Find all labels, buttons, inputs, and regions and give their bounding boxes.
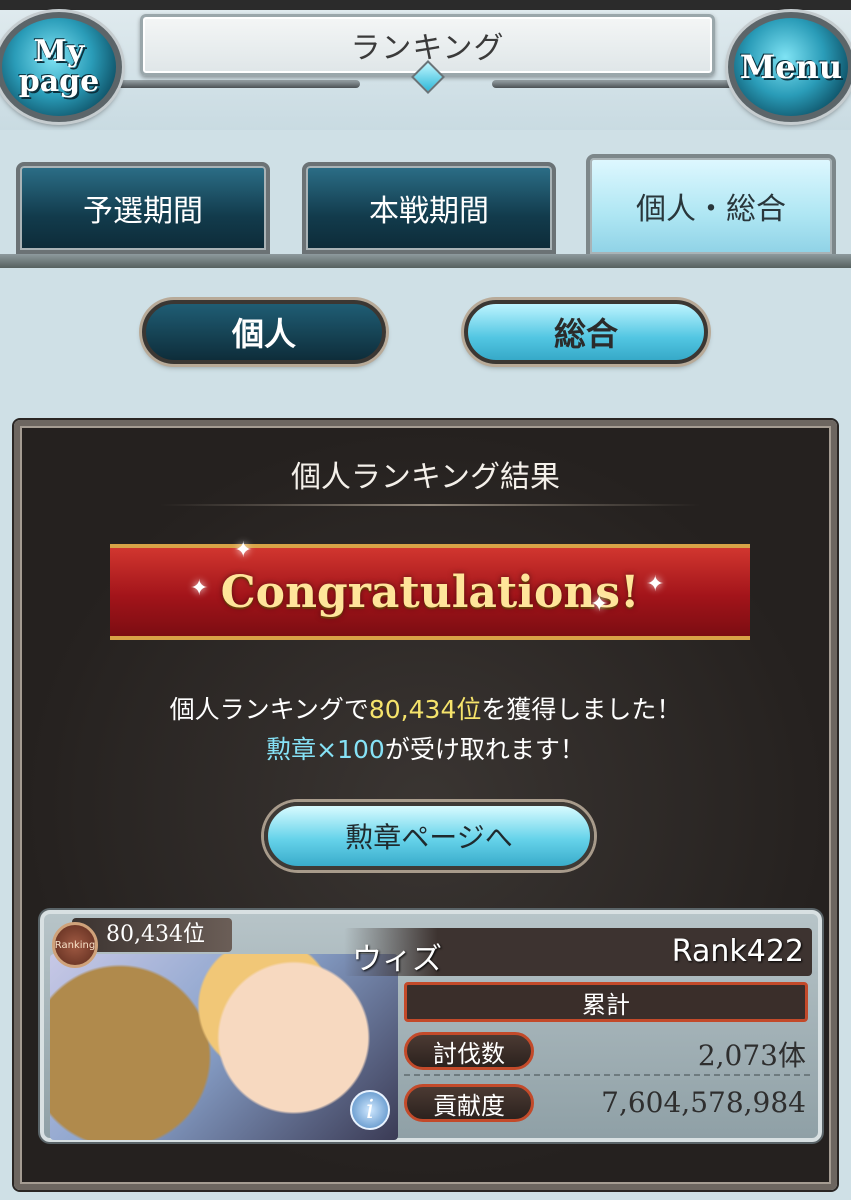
info-icon-glyph: i — [365, 1095, 375, 1125]
rank-position: 80,434位 — [106, 922, 205, 947]
individual-toggle-label: 個人 — [231, 315, 296, 353]
tab-kojin-sougou[interactable]: 個人・総合 — [586, 154, 836, 258]
individual-toggle-button[interactable]: 個人 — [142, 300, 386, 364]
header-ornament-right — [492, 80, 752, 88]
sparkle-icon: ✦ — [646, 572, 665, 597]
result-panel: 個人ランキング結果 Congratulations! ✦ ✦ ✦ ✦ 個人ランキ… — [14, 420, 837, 1190]
reward-amount: 勲章×100 — [266, 735, 385, 764]
status-strip — [0, 0, 851, 10]
tab-yosen[interactable]: 予選期間 — [16, 162, 270, 254]
sparkle-icon: ✦ — [234, 538, 253, 563]
total-header: 累計 — [404, 982, 808, 1022]
contribution-label: 貢献度 — [404, 1084, 534, 1122]
medal-page-button[interactable]: 勲章ページへ — [264, 802, 594, 870]
result-message-line2: 勲章×100が受け取れます！ — [20, 730, 831, 766]
player-name: ウィズ — [352, 942, 442, 977]
contribution-value: 7,604,578,984 — [601, 1086, 806, 1119]
tab-label: 個人・総合 — [636, 192, 786, 227]
title-plate: ランキング — [140, 14, 715, 94]
ranking-badge-label: Ranking — [54, 939, 96, 951]
kills-row: 討伐数 2,073体 — [404, 1028, 810, 1076]
overall-toggle-label: 総合 — [553, 315, 618, 353]
panel-title: 個人ランキング結果 — [290, 460, 561, 495]
header-ornament-left — [100, 80, 360, 88]
tabs-row: 予選期間 本戦期間 個人・総合 — [0, 150, 851, 270]
info-icon[interactable]: i — [350, 1090, 390, 1130]
kills-label: 討伐数 — [404, 1032, 534, 1070]
menu-label: Menu — [739, 48, 843, 86]
ranking-card[interactable]: 80,434位 Ranking ウィズ Rank422 累計 討伐数 2,073… — [40, 910, 822, 1142]
congratulations-text: Congratulations! — [220, 566, 640, 618]
mypage-label-line1: My — [33, 34, 85, 69]
tabs-baseline — [0, 254, 851, 268]
mypage-label-line2: page — [18, 64, 100, 99]
menu-button[interactable]: Menu — [728, 12, 851, 122]
tab-label: 予選期間 — [83, 194, 203, 229]
ranking-badge-icon: Ranking — [52, 922, 98, 968]
overall-toggle-button[interactable]: 総合 — [464, 300, 708, 364]
medal-page-label: 勲章ページへ — [345, 821, 513, 854]
kills-value: 2,073体 — [697, 1039, 806, 1072]
result-prefix: 個人ランキングで — [169, 695, 369, 724]
reward-suffix: が受け取れます！ — [384, 735, 585, 764]
character-portrait — [50, 954, 398, 1140]
result-rank: 80,434位 — [368, 695, 482, 724]
sparkle-icon: ✦ — [190, 576, 209, 601]
player-rank: Rank422 — [671, 934, 804, 969]
tab-honsen[interactable]: 本戦期間 — [302, 162, 556, 254]
sparkle-icon: ✦ — [590, 592, 609, 617]
result-suffix: を獲得しました！ — [481, 695, 682, 724]
contribution-row: 貢献度 7,604,578,984 — [404, 1080, 810, 1128]
panel-title-divider — [160, 504, 700, 506]
result-message-line1: 個人ランキングで80,434位を獲得しました！ — [20, 690, 831, 726]
mypage-button[interactable]: My page — [0, 12, 122, 122]
header: ランキング My page Menu — [0, 10, 851, 130]
total-label: 累計 — [582, 990, 630, 1019]
tab-label: 本戦期間 — [369, 194, 489, 229]
